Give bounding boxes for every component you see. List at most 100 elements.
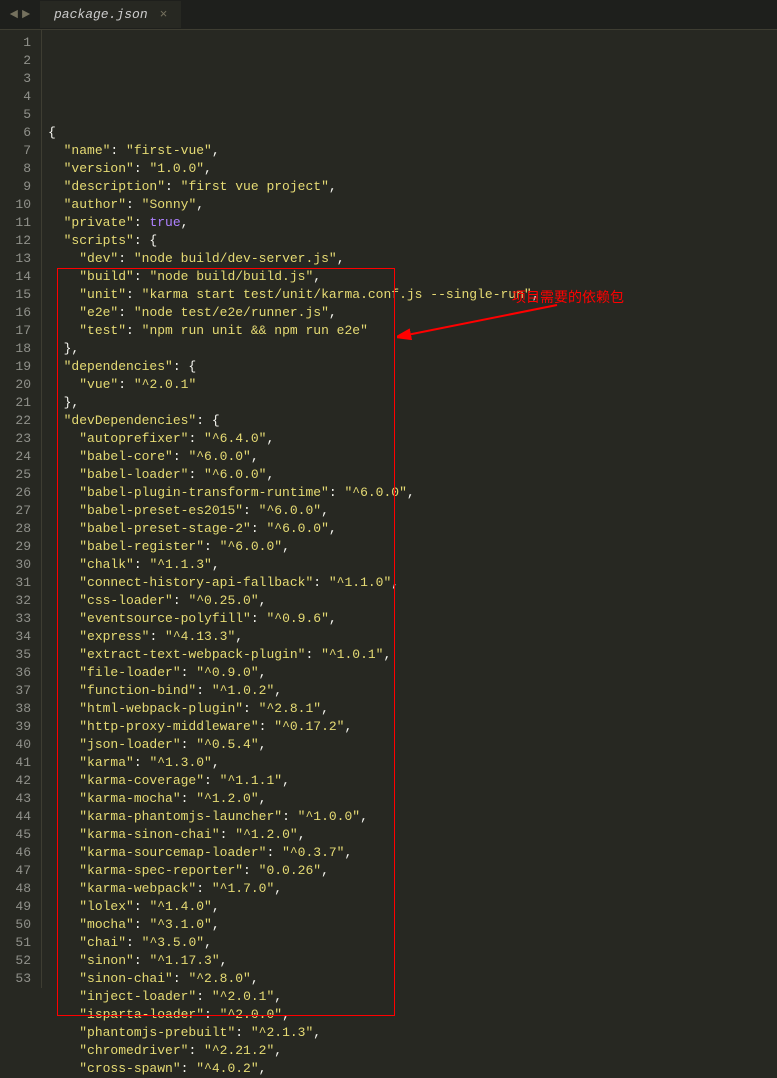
code-line: "extract-text-webpack-plugin": "^1.0.1", — [48, 646, 777, 664]
code-line: "cross-spawn": "^4.0.2", — [48, 1060, 777, 1078]
code-line: "version": "1.0.0", — [48, 160, 777, 178]
code-line: "express": "^4.13.3", — [48, 628, 777, 646]
code-line: "html-webpack-plugin": "^2.8.1", — [48, 700, 777, 718]
line-number: 41 — [6, 754, 31, 772]
code-line: "author": "Sonny", — [48, 196, 777, 214]
code-line: "babel-core": "^6.0.0", — [48, 448, 777, 466]
line-number: 44 — [6, 808, 31, 826]
line-number: 34 — [6, 628, 31, 646]
line-number: 26 — [6, 484, 31, 502]
code-line: "http-proxy-middleware": "^0.17.2", — [48, 718, 777, 736]
code-area[interactable]: 项目需要的依赖包 { "name": "first-vue", "version… — [42, 30, 777, 988]
code-line: "unit": "karma start test/unit/karma.con… — [48, 286, 777, 304]
code-line: "devDependencies": { — [48, 412, 777, 430]
line-number: 37 — [6, 682, 31, 700]
line-number: 53 — [6, 970, 31, 988]
line-number: 46 — [6, 844, 31, 862]
code-line: "description": "first vue project", — [48, 178, 777, 196]
line-number: 17 — [6, 322, 31, 340]
line-number: 2 — [6, 52, 31, 70]
code-line: "karma-phantomjs-launcher": "^1.0.0", — [48, 808, 777, 826]
code-line: "inject-loader": "^2.0.1", — [48, 988, 777, 1006]
code-line: "test": "npm run unit && npm run e2e" — [48, 322, 777, 340]
line-number: 19 — [6, 358, 31, 376]
code-line: "karma-webpack": "^1.7.0", — [48, 880, 777, 898]
line-number: 20 — [6, 376, 31, 394]
code-line: "sinon-chai": "^2.8.0", — [48, 970, 777, 988]
line-number: 25 — [6, 466, 31, 484]
line-number: 49 — [6, 898, 31, 916]
line-number: 22 — [6, 412, 31, 430]
code-line: "karma-spec-reporter": "0.0.26", — [48, 862, 777, 880]
code-line: "chalk": "^1.1.3", — [48, 556, 777, 574]
line-gutter: 1234567891011121314151617181920212223242… — [0, 30, 42, 988]
code-line: "eventsource-polyfill": "^0.9.6", — [48, 610, 777, 628]
code-line: "private": true, — [48, 214, 777, 232]
code-line: "build": "node build/build.js", — [48, 268, 777, 286]
tab-package-json[interactable]: package.json × — [40, 1, 182, 28]
line-number: 12 — [6, 232, 31, 250]
line-number: 40 — [6, 736, 31, 754]
tab-bar: ◄ ► package.json × — [0, 0, 777, 30]
line-number: 8 — [6, 160, 31, 178]
line-number: 4 — [6, 88, 31, 106]
nav-forward-icon[interactable]: ► — [20, 7, 32, 23]
code-line: "json-loader": "^0.5.4", — [48, 736, 777, 754]
code-line: "dev": "node build/dev-server.js", — [48, 250, 777, 268]
tab-filename: package.json — [54, 7, 148, 22]
line-number: 38 — [6, 700, 31, 718]
line-number: 52 — [6, 952, 31, 970]
code-line: }, — [48, 394, 777, 412]
line-number: 15 — [6, 286, 31, 304]
line-number: 32 — [6, 592, 31, 610]
code-line: "autoprefixer": "^6.4.0", — [48, 430, 777, 448]
line-number: 48 — [6, 880, 31, 898]
code-line: "phantomjs-prebuilt": "^2.1.3", — [48, 1024, 777, 1042]
code-line: { — [48, 124, 777, 142]
line-number: 28 — [6, 520, 31, 538]
line-number: 14 — [6, 268, 31, 286]
code-line: "karma-sinon-chai": "^1.2.0", — [48, 826, 777, 844]
line-number: 23 — [6, 430, 31, 448]
code-line: "babel-plugin-transform-runtime": "^6.0.… — [48, 484, 777, 502]
line-number: 18 — [6, 340, 31, 358]
line-number: 47 — [6, 862, 31, 880]
line-number: 51 — [6, 934, 31, 952]
line-number: 50 — [6, 916, 31, 934]
code-line: "isparta-loader": "^2.0.0", — [48, 1006, 777, 1024]
line-number: 27 — [6, 502, 31, 520]
line-number: 5 — [6, 106, 31, 124]
code-line: "css-loader": "^0.25.0", — [48, 592, 777, 610]
code-line: "karma-coverage": "^1.1.1", — [48, 772, 777, 790]
line-number: 11 — [6, 214, 31, 232]
code-line: "dependencies": { — [48, 358, 777, 376]
line-number: 45 — [6, 826, 31, 844]
code-line: "sinon": "^1.17.3", — [48, 952, 777, 970]
line-number: 10 — [6, 196, 31, 214]
line-number: 33 — [6, 610, 31, 628]
line-number: 13 — [6, 250, 31, 268]
line-number: 31 — [6, 574, 31, 592]
line-number: 16 — [6, 304, 31, 322]
code-line: "mocha": "^3.1.0", — [48, 916, 777, 934]
code-line: "babel-register": "^6.0.0", — [48, 538, 777, 556]
code-line: "e2e": "node test/e2e/runner.js", — [48, 304, 777, 322]
code-line: "karma-sourcemap-loader": "^0.3.7", — [48, 844, 777, 862]
editor: 1234567891011121314151617181920212223242… — [0, 30, 777, 988]
line-number: 29 — [6, 538, 31, 556]
code-line: "name": "first-vue", — [48, 142, 777, 160]
code-line: "connect-history-api-fallback": "^1.1.0"… — [48, 574, 777, 592]
line-number: 39 — [6, 718, 31, 736]
nav-arrows: ◄ ► — [0, 7, 40, 23]
close-icon[interactable]: × — [160, 7, 168, 22]
line-number: 21 — [6, 394, 31, 412]
nav-back-icon[interactable]: ◄ — [8, 7, 20, 23]
line-number: 1 — [6, 34, 31, 52]
code-line: "karma-mocha": "^1.2.0", — [48, 790, 777, 808]
code-line: "chromedriver": "^2.21.2", — [48, 1042, 777, 1060]
line-number: 9 — [6, 178, 31, 196]
line-number: 43 — [6, 790, 31, 808]
line-number: 36 — [6, 664, 31, 682]
line-number: 30 — [6, 556, 31, 574]
line-number: 24 — [6, 448, 31, 466]
